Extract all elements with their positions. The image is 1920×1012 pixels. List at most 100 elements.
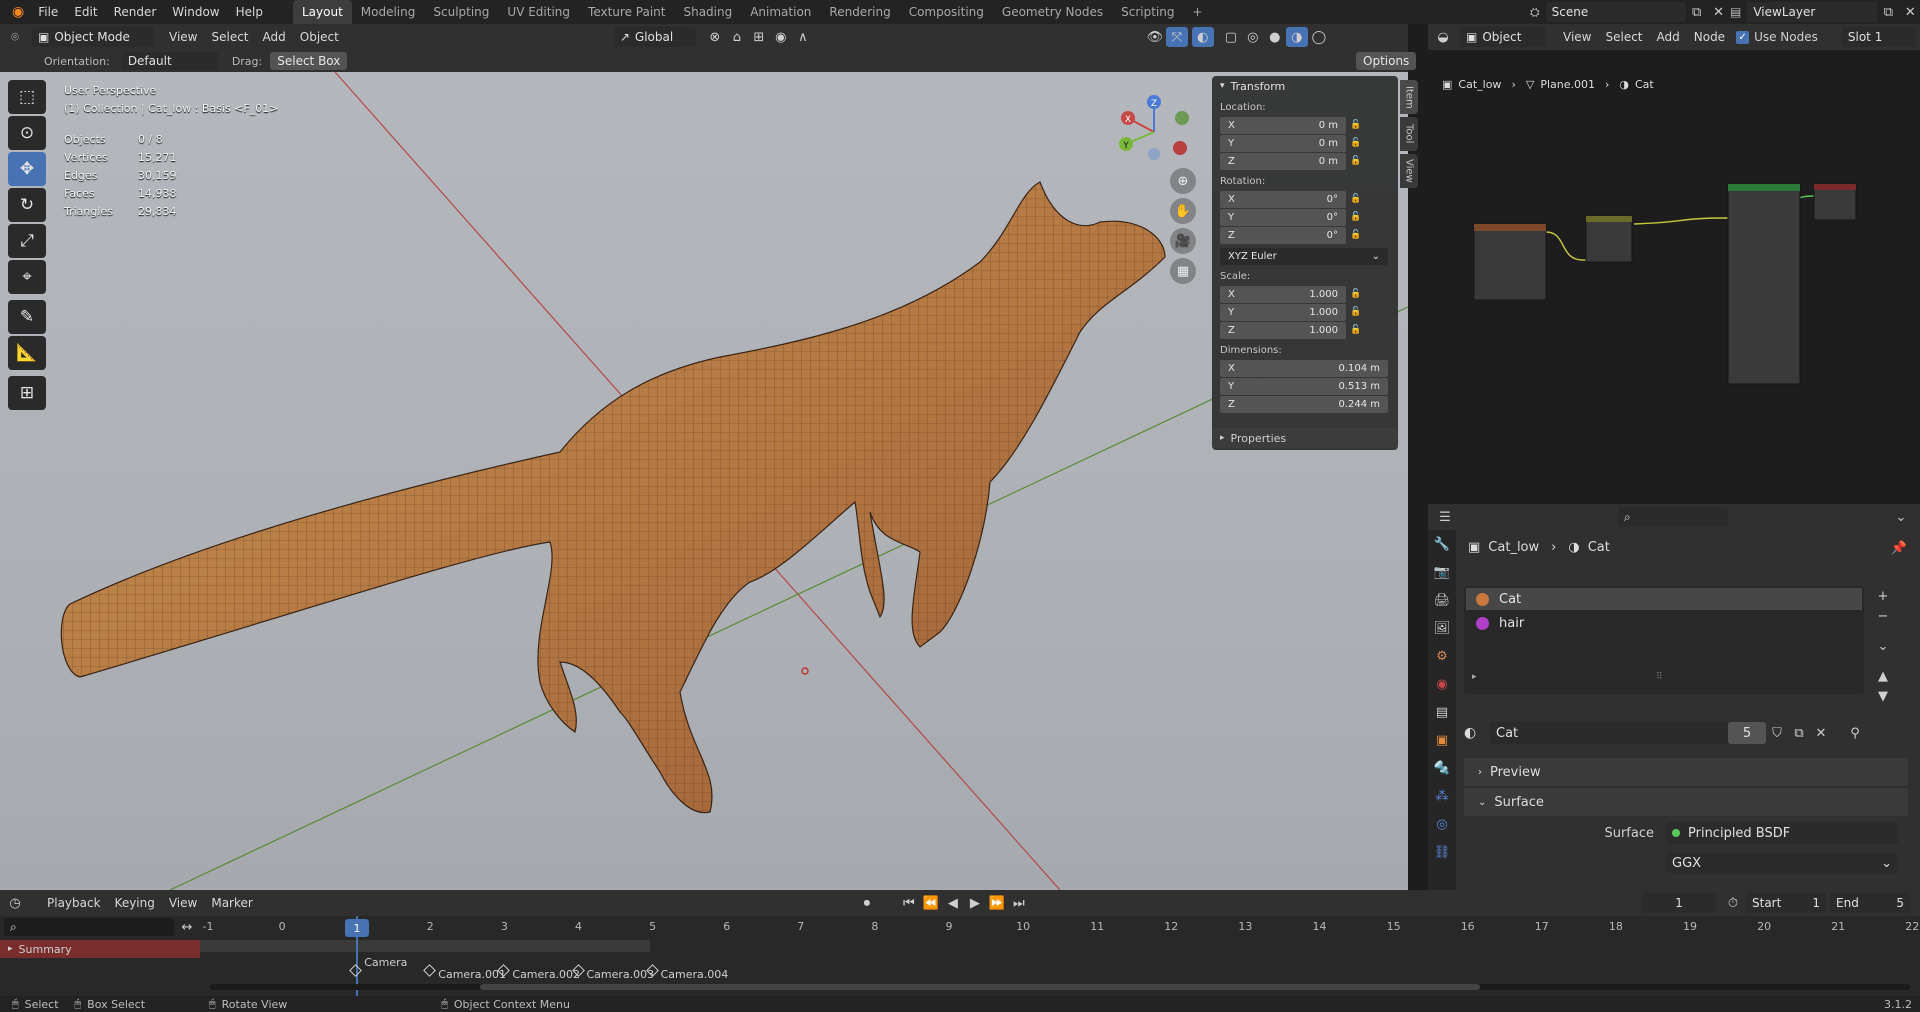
timeline-scrollbar[interactable] — [210, 984, 1910, 990]
rotation-mode-select[interactable]: XYZ Euler ⌄ — [1220, 247, 1388, 265]
material-users-count[interactable]: 5 — [1728, 722, 1766, 744]
jump-keyframe-forward-icon[interactable]: ⏩ — [986, 893, 1008, 913]
lock-icon[interactable]: 🔓 — [1346, 138, 1366, 148]
timeline-menu-view[interactable]: View — [162, 891, 204, 915]
transform-tool-icon[interactable]: ⌖ — [8, 260, 46, 294]
jump-keyframe-back-icon[interactable]: ⏪ — [920, 893, 942, 913]
cat-model[interactable] — [60, 181, 1166, 814]
menu-file[interactable]: File — [30, 0, 66, 24]
dimensions-y-field[interactable]: Y 0.513 m — [1220, 377, 1388, 395]
play-reverse-icon[interactable]: ◀ — [942, 893, 964, 913]
ortho-grid-icon[interactable]: ▦ — [1170, 258, 1196, 284]
viewlayer-field[interactable]: ViewLayer — [1747, 2, 1878, 22]
add-workspace-icon[interactable]: + — [1184, 0, 1212, 24]
jump-start-icon[interactable]: ⏮ — [898, 893, 920, 913]
output-tab-icon[interactable]: 🖨 — [1428, 586, 1456, 614]
unlink-material-icon[interactable]: ✕ — [1810, 723, 1832, 743]
lock-icon[interactable]: 🔓 — [1346, 307, 1366, 317]
image-texture-node[interactable] — [1473, 223, 1547, 301]
pivot-icon[interactable]: ⊗ — [704, 27, 726, 47]
overlay-icon[interactable]: ◐ — [1191, 27, 1214, 47]
resize-handle-icon[interactable]: ⠿ — [1656, 672, 1663, 682]
snap-target-icon[interactable]: ⊞ — [748, 27, 770, 47]
pan-hand-icon[interactable]: ✋ — [1170, 198, 1196, 224]
tool-tab-icon[interactable]: 🔧 — [1428, 530, 1456, 558]
modifier-tab-icon[interactable]: 🔩 — [1428, 754, 1456, 782]
location-x-field[interactable]: X 0 m — [1220, 116, 1346, 134]
navigation-gizmo[interactable]: Z X Y — [1110, 88, 1190, 168]
shading-solid-icon[interactable]: ● — [1264, 27, 1286, 47]
play-icon[interactable]: ▶ — [964, 893, 986, 913]
lock-icon[interactable]: 🔓 — [1346, 120, 1366, 130]
new-viewlayer-icon[interactable]: ⧉ — [1877, 2, 1899, 22]
timeline-menu-keying[interactable]: Keying — [108, 891, 162, 915]
falloff-icon[interactable]: ∧ — [792, 27, 814, 47]
camera-view-icon[interactable]: 🎥 — [1170, 228, 1196, 254]
transform-header[interactable]: ▾ Transform — [1212, 76, 1398, 96]
lock-icon[interactable]: 🔓 — [1346, 156, 1366, 166]
scene-field[interactable]: Scene — [1545, 2, 1686, 22]
annotate-tool-icon[interactable]: ✎ — [8, 300, 46, 334]
material-slot-hair[interactable]: hair — [1466, 612, 1862, 634]
shading-rendered-icon[interactable]: ◯ — [1308, 27, 1330, 47]
shading-wireframe-icon[interactable]: ◎ — [1242, 27, 1264, 47]
auto-keying-icon[interactable]: ⏺ — [856, 893, 878, 913]
node-menu-node[interactable]: Node — [1687, 25, 1732, 49]
tab-texture-paint[interactable]: Texture Paint — [579, 0, 674, 24]
measure-tool-icon[interactable]: 📐 — [8, 336, 46, 370]
node-editor-type-icon[interactable]: ◒ — [1432, 27, 1454, 47]
scale-x-field[interactable]: X 1.000 — [1220, 285, 1346, 303]
view-layer-tab-icon[interactable]: 🖼 — [1428, 614, 1456, 642]
expand-arrow-icon[interactable]: ▸ — [1472, 672, 1477, 682]
lock-icon[interactable]: 🔓 — [1346, 230, 1366, 240]
constraints-tab-icon[interactable]: ⛓ — [1428, 838, 1456, 866]
viewlayer-icon[interactable]: ▤ — [1724, 5, 1747, 19]
gizmo-neg-y[interactable] — [1175, 111, 1189, 125]
menu-render[interactable]: Render — [106, 0, 165, 24]
mode-selector[interactable]: ▣ Object Mode — [32, 27, 154, 47]
playhead-frame-indicator[interactable]: 1 — [345, 919, 369, 937]
preview-range-clock-icon[interactable]: ⏱ — [1722, 893, 1744, 913]
fake-user-shield-icon[interactable]: ⛉ — [1766, 723, 1788, 743]
gizmo-neg-x[interactable] — [1173, 141, 1187, 155]
jump-end-icon[interactable]: ⏭ — [1008, 893, 1030, 913]
timeline-editor-type-icon[interactable]: ◷ — [4, 893, 26, 913]
timeline-menu-playback[interactable]: Playback — [40, 891, 108, 915]
tab-scripting[interactable]: Scripting — [1112, 0, 1183, 24]
visibility-icon[interactable]: 👁 — [1144, 27, 1166, 47]
node-link-icon[interactable]: ⚲ — [1844, 723, 1866, 743]
3d-viewport[interactable]: User Perspective (1) Collection | Cat_lo… — [0, 72, 1408, 890]
node-editor-canvas[interactable]: ▣ Cat_low › ▽ Plane.001 › ◑ Cat — [1428, 72, 1920, 504]
summary-channel[interactable]: ▸ Summary — [0, 940, 200, 958]
timeline[interactable]: ⌕ ↔ ▸ Summary -1012345678910111213141516… — [0, 916, 1920, 996]
current-frame-field[interactable]: 1 — [1642, 893, 1716, 913]
physics-tab-icon[interactable]: ◎ — [1428, 810, 1456, 838]
dimensions-x-field[interactable]: X 0.104 m — [1220, 359, 1388, 377]
menu-add[interactable]: Add — [256, 25, 293, 49]
end-frame-field[interactable]: End 5 — [1830, 893, 1910, 913]
lock-icon[interactable]: 🔓 — [1346, 194, 1366, 204]
location-y-field[interactable]: Y 0 m — [1220, 134, 1346, 152]
surface-panel-header[interactable]: ⌄ Surface — [1464, 788, 1908, 816]
tab-rendering[interactable]: Rendering — [820, 0, 899, 24]
menu-edit[interactable]: Edit — [66, 0, 105, 24]
duplicate-material-icon[interactable]: ⧉ — [1788, 723, 1810, 743]
3d-cursor[interactable] — [801, 667, 809, 675]
material-slot-select[interactable]: Slot 1 — [1841, 27, 1916, 47]
surface-shader-select[interactable]: Principled BSDF — [1666, 822, 1898, 844]
blender-logo-icon[interactable]: ◉ — [6, 4, 30, 20]
sidebar-tab-view[interactable]: View — [1400, 154, 1418, 188]
drag-setting[interactable]: Select Box — [270, 52, 348, 70]
menu-object[interactable]: Object — [293, 25, 346, 49]
gizmo-icon[interactable]: ⤧ — [1165, 27, 1188, 47]
timeline-menu-marker[interactable]: Marker — [204, 891, 259, 915]
pin-icon[interactable]: 📌 — [1888, 538, 1910, 558]
camera-marker-icon[interactable] — [423, 964, 437, 977]
scene-tab-icon[interactable]: ⚙ — [1428, 642, 1456, 670]
select-box-tool-icon[interactable]: ⬚ — [8, 80, 46, 114]
material-slot-cat[interactable]: Cat — [1466, 588, 1862, 610]
timeline-scrollbar-thumb[interactable] — [480, 984, 1480, 990]
shading-material-icon[interactable]: ◑ — [1285, 27, 1308, 47]
collection-tab-icon[interactable]: ▤ — [1428, 698, 1456, 726]
transform-orientation-selector[interactable]: ↗ Global — [613, 27, 696, 47]
